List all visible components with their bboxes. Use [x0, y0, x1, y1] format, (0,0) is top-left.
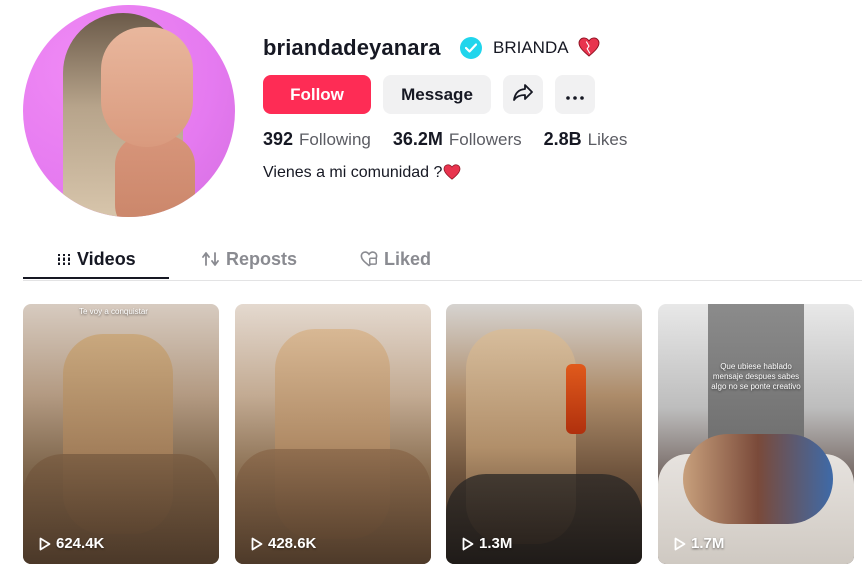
verified-badge-icon — [460, 37, 482, 59]
profile-tabs: Videos Reposts Liked — [23, 240, 862, 281]
more-options-button[interactable] — [555, 75, 595, 114]
stat-label: Followers — [448, 130, 522, 149]
stat-label: Following — [299, 130, 371, 149]
liked-heart-icon — [360, 251, 378, 267]
video-overlay-text: Que ubiese hablado mensaje despues sabes… — [711, 362, 801, 391]
more-icon — [566, 85, 584, 105]
stat-value: 36.2M — [392, 129, 443, 149]
tab-liked[interactable]: Liked — [360, 240, 431, 278]
profile-bio: Vienes a mi comunidad ? — [263, 164, 461, 185]
video-thumbnail-figure — [683, 434, 833, 524]
video-views: 428.6K — [251, 535, 316, 552]
video-card[interactable]: Te voy a conquistar 624.4K — [23, 304, 219, 564]
avatar-face — [101, 27, 193, 147]
profile-nickname: BRIANDA — [493, 38, 569, 57]
tab-label: Videos — [77, 248, 136, 269]
bio-text: Vienes a mi comunidad ? — [263, 164, 443, 181]
message-button[interactable]: Message — [383, 75, 491, 114]
heart-emoji-icon — [578, 37, 600, 62]
grid-icon — [57, 253, 71, 266]
follow-button[interactable]: Follow — [263, 75, 371, 114]
tab-videos[interactable]: Videos — [57, 240, 136, 278]
view-count: 1.3M — [479, 535, 513, 552]
avatar-neck — [115, 135, 195, 217]
share-button[interactable] — [503, 75, 543, 114]
share-icon — [513, 83, 533, 106]
stat-likes: 2.8B Likes — [544, 129, 628, 150]
video-overlay-text: Te voy a conquistar — [79, 307, 148, 316]
play-icon — [674, 537, 686, 550]
tab-reposts[interactable]: Reposts — [202, 240, 297, 278]
stat-value: 2.8B — [543, 129, 582, 149]
heart-emoji-icon — [443, 164, 461, 185]
view-count: 624.4K — [56, 535, 105, 552]
stat-value: 392 — [263, 129, 294, 149]
video-card[interactable]: 1.3M — [446, 304, 642, 564]
tab-label: Liked — [384, 248, 432, 269]
video-views: 624.4K — [39, 535, 104, 552]
repost-icon — [202, 251, 220, 267]
tab-label: Reposts — [226, 248, 298, 269]
active-tab-indicator — [23, 277, 169, 279]
stat-label: Likes — [587, 130, 628, 149]
play-icon — [462, 537, 474, 550]
video-views: 1.3M — [462, 535, 512, 552]
stat-followers[interactable]: 36.2M Followers — [393, 129, 522, 150]
profile-avatar[interactable] — [23, 5, 235, 217]
profile-username: briandadeyanara — [263, 35, 441, 60]
stat-following[interactable]: 392 Following — [263, 129, 371, 150]
video-thumbnail-bottle — [566, 364, 586, 434]
view-count: 1.7M — [691, 535, 725, 552]
profile-stats: 392 Following 36.2M Followers 2.8B Likes — [263, 129, 649, 150]
video-card[interactable]: 428.6K — [235, 304, 431, 564]
video-card[interactable]: Que ubiese hablado mensaje despues sabes… — [658, 304, 854, 564]
play-icon — [39, 537, 51, 550]
view-count: 428.6K — [268, 535, 317, 552]
play-icon — [251, 537, 263, 550]
video-views: 1.7M — [674, 535, 724, 552]
